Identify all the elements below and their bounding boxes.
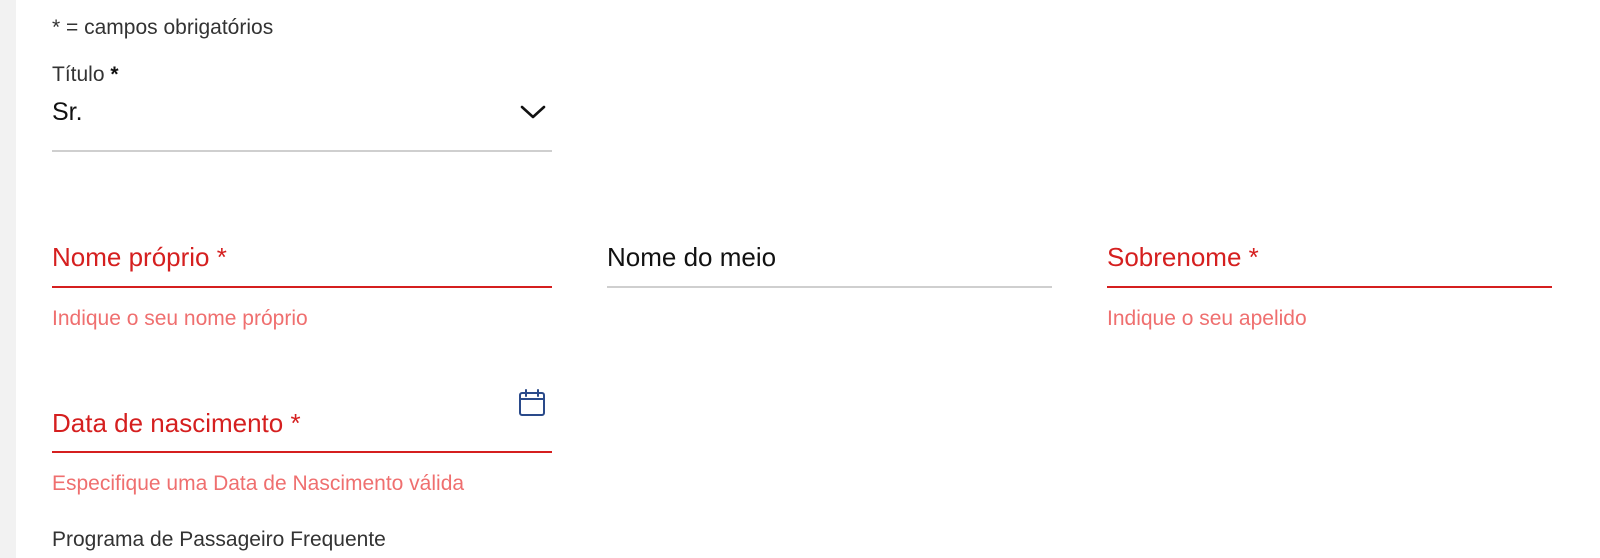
middle-name-input[interactable]: Nome do meio [607, 232, 1052, 288]
frequent-flyer-label: Programa de Passageiro Frequente [52, 528, 386, 551]
last-name-error: Indique o seu apelido [1107, 307, 1307, 330]
last-name-label: Sobrenome * [1107, 242, 1259, 272]
first-name-label: Nome próprio * [52, 242, 227, 272]
title-label-text: Título [52, 63, 105, 86]
title-select[interactable]: Sr. [52, 90, 552, 152]
last-name-input[interactable]: Sobrenome * [1107, 232, 1552, 288]
birth-date-error: Especifique uma Data de Nascimento válid… [52, 472, 465, 495]
chevron-down-icon [520, 105, 546, 119]
calendar-icon[interactable] [518, 388, 546, 418]
middle-name-label: Nome do meio [607, 242, 777, 272]
passenger-form: * = campos obrigatórios Título * Sr. Nom… [16, 0, 1600, 558]
title-select-value: Sr. [52, 98, 83, 126]
birth-date-label: Data de nascimento * [52, 408, 301, 438]
birth-date-input[interactable]: Data de nascimento * [52, 384, 552, 453]
required-mark: * [110, 63, 119, 86]
required-fields-note: * = campos obrigatórios [52, 16, 274, 39]
first-name-error: Indique o seu nome próprio [52, 307, 308, 330]
first-name-input[interactable]: Nome próprio * [52, 232, 552, 288]
title-label: Título * [52, 63, 119, 87]
